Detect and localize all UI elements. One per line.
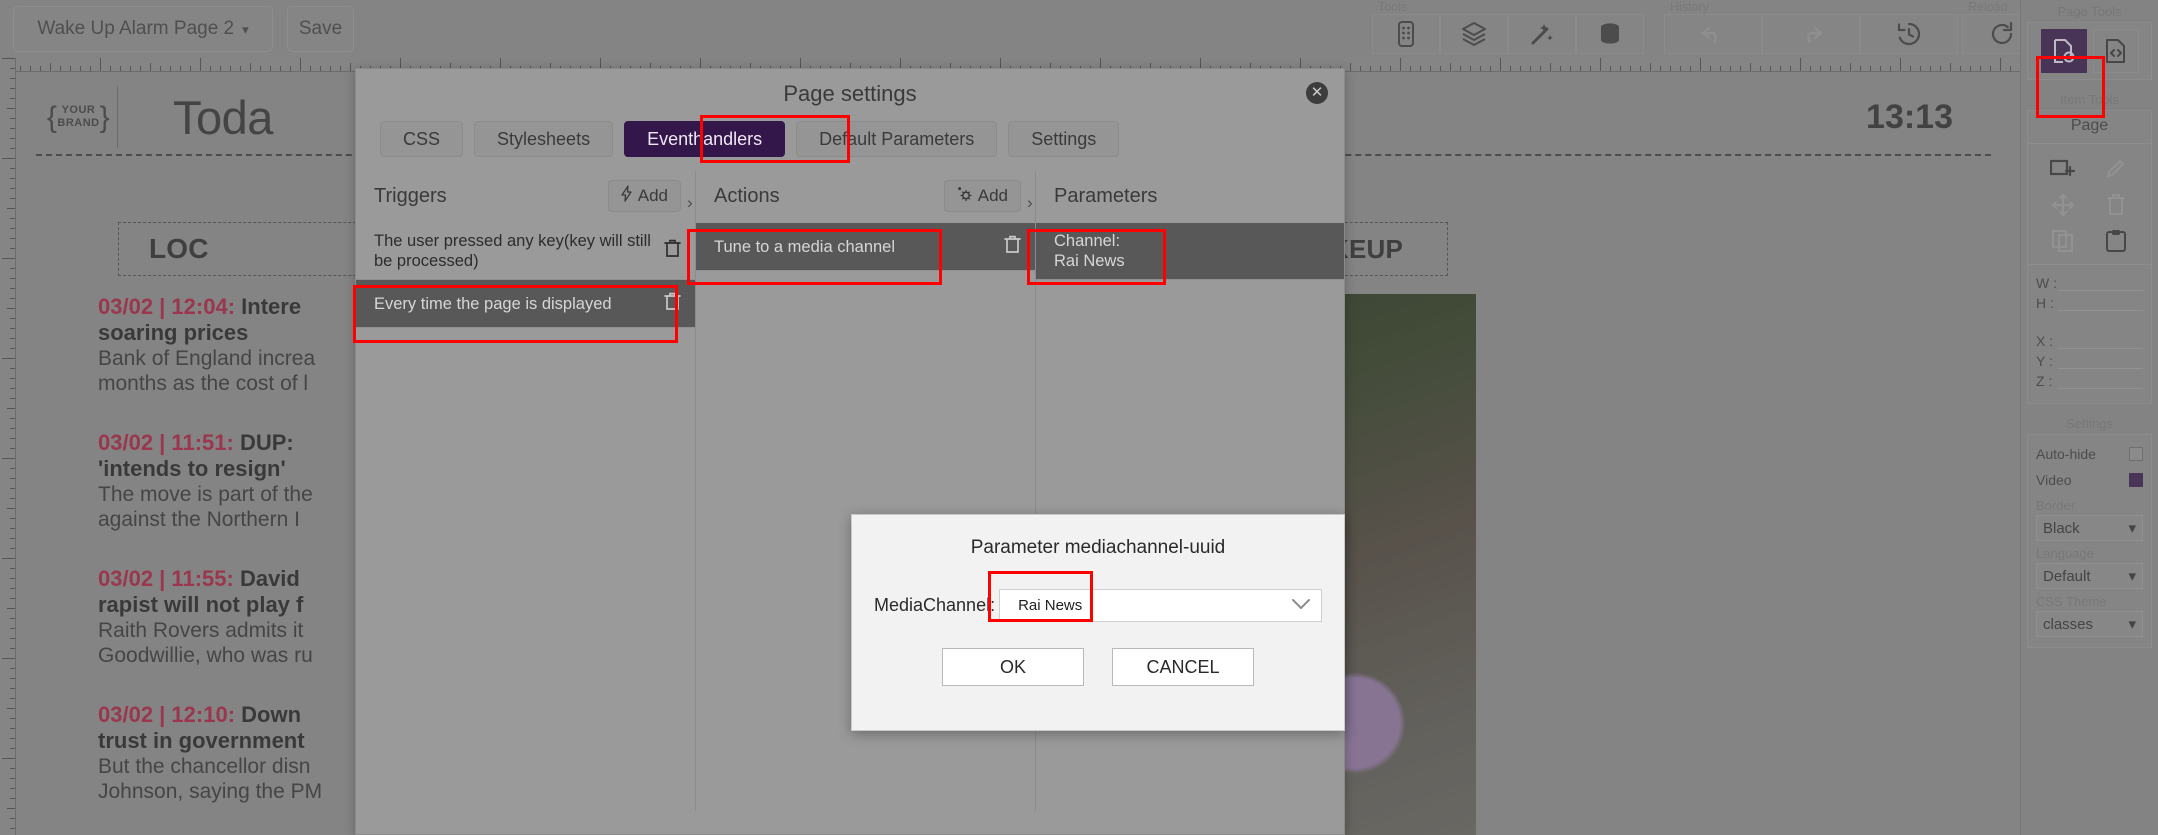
trash-icon[interactable]	[664, 239, 681, 263]
chevron-right-icon: ›	[687, 193, 693, 212]
tab-css-label: CSS	[403, 128, 441, 149]
add-trigger-button[interactable]: Add	[607, 180, 681, 212]
ok-button[interactable]: OK	[942, 648, 1084, 686]
parameter-modal: Parameter mediachannel-uuid MediaChannel…	[851, 514, 1345, 731]
add-action-label: Add	[977, 186, 1008, 205]
lightning-icon	[621, 185, 632, 207]
gear-sparkle-icon	[957, 186, 972, 206]
actions-header: Actions	[714, 184, 780, 207]
tab-stylesheets-label: Stylesheets	[497, 128, 591, 149]
dialog-tabs: CSS Stylesheets Eventhandlers Default Pa…	[356, 121, 1344, 157]
add-trigger-label: Add	[637, 186, 668, 205]
mediachannel-select-value: Rai News	[1018, 597, 1083, 614]
tab-eventhandlers-label: Eventhandlers	[647, 128, 763, 149]
parameter-modal-title: Parameter mediachannel-uuid	[970, 537, 1226, 558]
triggers-column: Triggers Add The user pressed any key(ke…	[356, 171, 696, 811]
trigger-label: The user pressed any key(key will still …	[374, 232, 651, 270]
trash-icon[interactable]	[664, 292, 681, 316]
tab-eventhandlers[interactable]: Eventhandlers	[624, 121, 786, 157]
chevron-down-icon	[1291, 597, 1311, 614]
trigger-list-item[interactable]: The user pressed any key(key will still …	[356, 223, 695, 280]
trash-icon[interactable]	[1004, 235, 1021, 259]
tab-settings-label: Settings	[1031, 128, 1097, 149]
cancel-button[interactable]: CANCEL	[1112, 648, 1254, 686]
trigger-list-item-selected[interactable]: Every time the page is displayed	[356, 280, 695, 328]
trigger-label: Every time the page is displayed	[374, 294, 612, 313]
close-icon[interactable]: ✕	[1306, 82, 1328, 104]
parameter-list-item-selected[interactable]: Channel: Rai News	[1036, 223, 1344, 280]
tab-css[interactable]: CSS	[380, 121, 464, 157]
triggers-header: Triggers	[374, 184, 447, 207]
tab-default-parameters-label: Default Parameters	[819, 128, 975, 149]
tab-settings[interactable]: Settings	[1008, 121, 1120, 157]
action-list-item-selected[interactable]: Tune to a media channel	[696, 223, 1035, 271]
cancel-button-label: CANCEL	[1146, 656, 1220, 677]
add-action-button[interactable]: Add	[943, 180, 1021, 212]
mediachannel-label: MediaChannel:	[874, 595, 996, 615]
tab-stylesheets[interactable]: Stylesheets	[474, 121, 614, 157]
ok-button-label: OK	[999, 656, 1026, 677]
chevron-right-icon: ›	[1027, 193, 1033, 212]
dialog-title: Page settings	[783, 81, 917, 106]
tab-default-parameters[interactable]: Default Parameters	[796, 121, 998, 157]
parameter-label: Channel: Rai News	[1054, 232, 1125, 270]
parameters-header: Parameters	[1054, 184, 1158, 207]
mediachannel-select[interactable]: Rai News	[999, 589, 1322, 622]
action-label: Tune to a media channel	[714, 237, 896, 256]
